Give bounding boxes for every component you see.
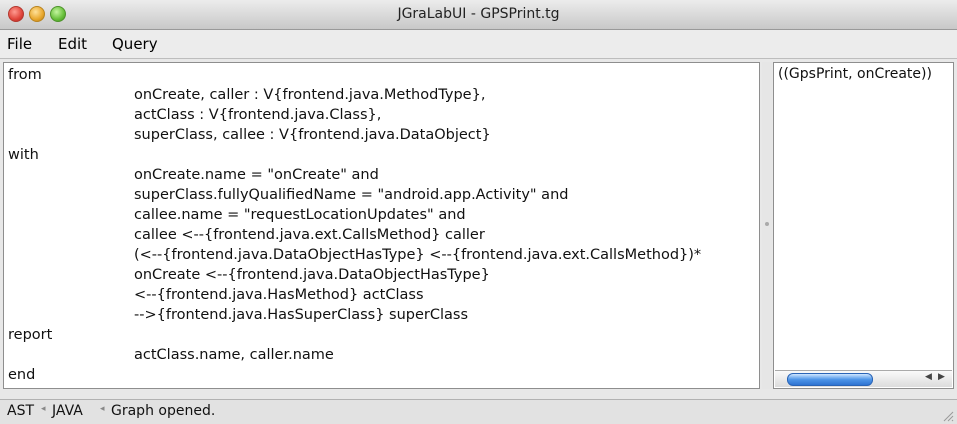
query-line[interactable]: actClass.name, caller.name <box>134 345 334 365</box>
result-list[interactable]: ((GpsPrint, onCreate)) ◀ ▶ <box>773 62 954 389</box>
query-line[interactable]: -->{frontend.java.HasSuperClass} superCl… <box>134 305 468 325</box>
query-line[interactable]: superClass, callee : V{frontend.java.Dat… <box>134 125 491 145</box>
query-line[interactable]: end <box>8 365 35 385</box>
query-line[interactable]: (<--{frontend.java.DataObjectHasType} <-… <box>134 245 701 265</box>
arrow-left-icon[interactable]: ◀ <box>925 372 932 382</box>
split-pane-divider[interactable] <box>762 62 772 389</box>
query-line[interactable]: onCreate.name = "onCreate" and <box>134 165 379 185</box>
status-message: Graph opened. <box>111 403 216 419</box>
title-bar: JGraLabUI - GPSPrint.tg <box>0 0 957 30</box>
query-line[interactable]: superClass.fullyQualifiedName = "android… <box>134 185 568 205</box>
status-segment: AST <box>7 403 35 419</box>
resize-grip-icon[interactable] <box>942 410 954 422</box>
query-line[interactable]: with <box>8 145 39 165</box>
query-line[interactable]: onCreate <--{frontend.java.DataObjectHas… <box>134 265 490 285</box>
query-line[interactable]: from <box>8 65 42 85</box>
status-separator-icon: ◂ <box>41 404 46 414</box>
query-line[interactable]: onCreate, caller : V{frontend.java.Metho… <box>134 85 485 105</box>
status-segment: JAVA <box>52 403 83 419</box>
menu-edit[interactable]: Edit <box>58 35 87 53</box>
status-bar: AST ◂ JAVA ◂ Graph opened. <box>0 399 957 424</box>
menu-file[interactable]: File <box>7 35 32 53</box>
query-line[interactable]: callee.name = "requestLocationUpdates" a… <box>134 205 466 225</box>
arrow-right-icon[interactable]: ▶ <box>938 372 945 382</box>
scroll-thumb[interactable] <box>787 373 873 386</box>
menu-bar: File Edit Query <box>0 30 957 59</box>
query-line[interactable]: report <box>8 325 52 345</box>
status-separator-icon: ◂ <box>100 404 105 414</box>
query-line[interactable]: actClass : V{frontend.java.Class}, <box>134 105 381 125</box>
menu-query[interactable]: Query <box>112 35 158 53</box>
query-line[interactable]: callee <--{frontend.java.ext.CallsMethod… <box>134 225 485 245</box>
result-item[interactable]: ((GpsPrint, onCreate)) <box>778 66 932 82</box>
divider-grip-icon <box>765 222 769 226</box>
window-title: JGraLabUI - GPSPrint.tg <box>397 6 560 22</box>
query-line[interactable]: <--{frontend.java.HasMethod} actClass <box>134 285 424 305</box>
query-editor[interactable]: from onCreate, caller : V{frontend.java.M… <box>3 62 760 389</box>
horizontal-scrollbar[interactable]: ◀ ▶ <box>775 370 952 387</box>
